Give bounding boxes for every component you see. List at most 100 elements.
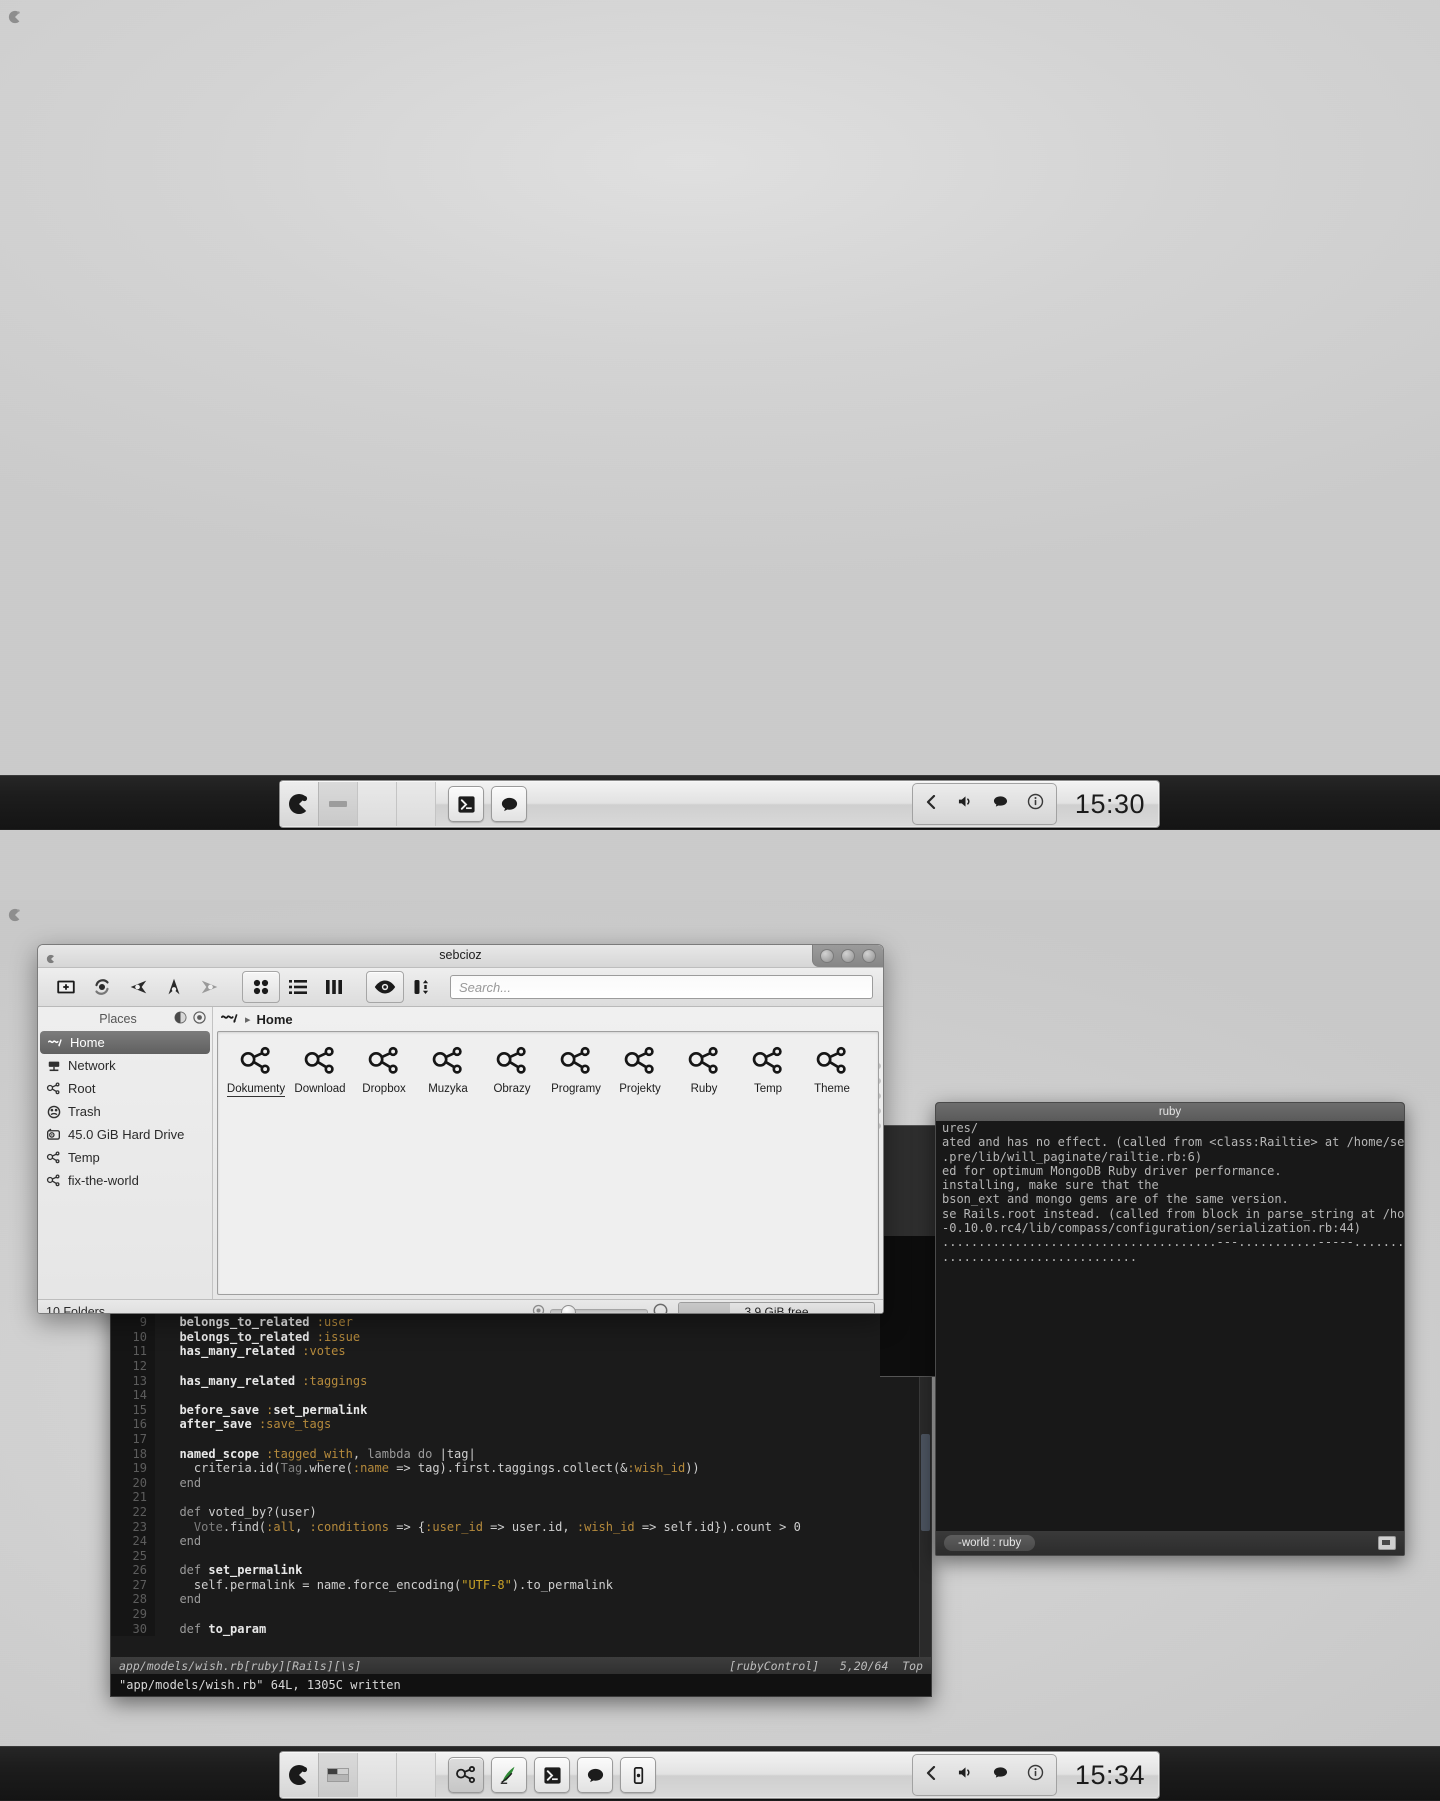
file-item[interactable]: Dropbox: [352, 1042, 416, 1097]
breadcrumb-current[interactable]: Home: [257, 1012, 293, 1027]
top-window-list[interactable]: [319, 782, 436, 826]
code-text[interactable]: [155, 1490, 165, 1505]
code-text[interactable]: belongs_to_related :user: [155, 1315, 352, 1330]
window-controls[interactable]: [812, 945, 883, 967]
code-line[interactable]: 9 belongs_to_related :user: [111, 1315, 931, 1330]
code-text[interactable]: [155, 1359, 165, 1374]
files-launcher[interactable]: [448, 1757, 484, 1793]
file-item[interactable]: Theme: [800, 1042, 864, 1097]
task-button[interactable]: [397, 1753, 436, 1797]
speaker-icon[interactable]: [957, 1765, 974, 1785]
code-text[interactable]: end: [155, 1592, 201, 1607]
zoom-knob[interactable]: [561, 1304, 576, 1313]
grid-view-icon[interactable]: [242, 971, 280, 1003]
zoom-slider[interactable]: [532, 1303, 668, 1313]
code-text[interactable]: end: [155, 1534, 201, 1549]
code-line[interactable]: 29: [111, 1607, 931, 1622]
terminal-tab[interactable]: -world : ruby: [944, 1535, 1036, 1551]
small-icon[interactable]: [532, 1304, 545, 1313]
device-launcher[interactable]: [620, 1757, 656, 1793]
messages-tray-icon[interactable]: [992, 1765, 1009, 1785]
maximize-button[interactable]: [840, 949, 855, 963]
code-line[interactable]: 13 has_many_related :taggings: [111, 1373, 931, 1389]
sidebar-item-root[interactable]: Root: [38, 1077, 212, 1100]
code-line[interactable]: 23 Vote.find(:all, :conditions => {:user…: [111, 1519, 931, 1535]
file-icon-view[interactable]: Dokumenty Download Dropbox Muzyka Obrazy Prog…: [217, 1031, 879, 1295]
vim-code-area[interactable]: 7 field :permalink, :type => String89 be…: [111, 1286, 931, 1637]
code-line[interactable]: 22 def voted_by?(user): [111, 1504, 931, 1520]
code-text[interactable]: has_many_related :votes: [155, 1344, 345, 1359]
task-button[interactable]: [319, 782, 358, 826]
sort-icon[interactable]: [404, 972, 440, 1002]
terminal-launcher[interactable]: [534, 1757, 570, 1793]
file-item[interactable]: Projekty: [608, 1042, 672, 1097]
search-input[interactable]: Search...: [450, 975, 873, 999]
code-text[interactable]: def to_param: [155, 1622, 266, 1637]
code-line[interactable]: 14: [111, 1388, 931, 1403]
code-text[interactable]: def voted_by?(user): [155, 1505, 316, 1520]
info-circle-icon[interactable]: [1027, 793, 1044, 815]
minimize-button[interactable]: [820, 949, 835, 963]
vim-scroll-thumb[interactable]: [921, 1434, 930, 1531]
task-button[interactable]: [397, 782, 436, 826]
close-button[interactable]: [861, 949, 876, 963]
code-text[interactable]: [155, 1607, 165, 1622]
list-view-icon[interactable]: [280, 972, 316, 1002]
code-text[interactable]: [155, 1432, 165, 1447]
background-terminal-sliver[interactable]: [880, 1236, 940, 1376]
chevron-left-icon[interactable]: [925, 1765, 937, 1785]
vim-editor-window[interactable]: 7 field :permalink, :type => String89 be…: [110, 1285, 932, 1697]
code-line[interactable]: 20 end: [111, 1475, 931, 1491]
sidebar-item-45-0-gib-hard-drive[interactable]: 45.0 GiB Hard Drive: [38, 1123, 212, 1146]
task-button[interactable]: [319, 1753, 358, 1797]
arrow-left-icon[interactable]: [120, 972, 156, 1002]
code-line[interactable]: 18 named_scope :tagged_with, lambda do |…: [111, 1446, 931, 1462]
circle-icon[interactable]: [193, 1011, 206, 1027]
info-circle-icon[interactable]: [1027, 1764, 1044, 1786]
file-item[interactable]: Temp: [736, 1042, 800, 1097]
arrow-right-icon[interactable]: [192, 972, 228, 1002]
code-line[interactable]: 24 end: [111, 1534, 931, 1549]
code-text[interactable]: has_many_related :taggings: [155, 1374, 367, 1389]
code-line[interactable]: 10 belongs_to_related :issue: [111, 1329, 931, 1345]
places-list[interactable]: Home Network Root Trash 45.0 GiB Hard Drive T…: [38, 1031, 212, 1192]
top-panel-clock[interactable]: 15:30: [1059, 789, 1159, 820]
half-circle-icon[interactable]: [174, 1011, 187, 1027]
chat-launcher[interactable]: [491, 786, 527, 822]
chat-launcher[interactable]: [577, 1757, 613, 1793]
code-line[interactable]: 15 before_save :set_permalink: [111, 1402, 931, 1418]
terminal-launcher[interactable]: [448, 786, 484, 822]
bottom-panel-clock[interactable]: 15:34: [1059, 1760, 1159, 1791]
bottom-window-list[interactable]: [319, 1753, 436, 1797]
code-text[interactable]: belongs_to_related :issue: [155, 1330, 360, 1345]
code-line[interactable]: 27 self.permalink = name.force_encoding(…: [111, 1577, 931, 1593]
sidebar-item-fix-the-world[interactable]: fix-the-world: [38, 1169, 212, 1192]
file-item[interactable]: Ruby: [672, 1042, 736, 1097]
file-item[interactable]: Download: [288, 1042, 352, 1097]
code-text[interactable]: after_save :save_tags: [155, 1417, 331, 1432]
code-line[interactable]: 19 criteria.id(Tag.where(:name => tag).f…: [111, 1461, 931, 1476]
code-text[interactable]: self.permalink = name.force_encoding("UT…: [155, 1578, 613, 1593]
zoom-track[interactable]: [550, 1304, 648, 1313]
task-button[interactable]: [358, 782, 397, 826]
plus-box-icon[interactable]: [48, 972, 84, 1002]
code-line[interactable]: 17: [111, 1431, 931, 1447]
sidebar-item-home[interactable]: Home: [40, 1031, 210, 1054]
code-text[interactable]: before_save :set_permalink: [155, 1403, 367, 1418]
editor-launcher[interactable]: [491, 1757, 527, 1793]
chevron-left-icon[interactable]: [925, 794, 937, 814]
code-line[interactable]: 11 has_many_related :votes: [111, 1344, 931, 1359]
code-line[interactable]: 16 after_save :save_tags: [111, 1417, 931, 1432]
sidebar-item-network[interactable]: Network: [38, 1054, 212, 1077]
code-text[interactable]: Vote.find(:all, :conditions => {:user_id…: [155, 1520, 801, 1535]
code-text[interactable]: criteria.id(Tag.where(:name => tag).firs…: [155, 1461, 700, 1476]
code-text[interactable]: def set_permalink: [155, 1563, 302, 1578]
applications-menu-button[interactable]: [280, 1753, 319, 1797]
window-icon[interactable]: [1378, 1536, 1396, 1550]
sidebar-item-temp[interactable]: Temp: [38, 1146, 212, 1169]
places-sidebar[interactable]: Places Home Network Root Trash 45.0 GiB Hard…: [38, 1007, 881, 1299]
arrow-up-icon[interactable]: [156, 972, 192, 1002]
sidebar-item-trash[interactable]: Trash: [38, 1100, 212, 1123]
home-tilde-icon[interactable]: [221, 1011, 239, 1028]
breadcrumb[interactable]: ▸ Home: [213, 1007, 883, 1031]
